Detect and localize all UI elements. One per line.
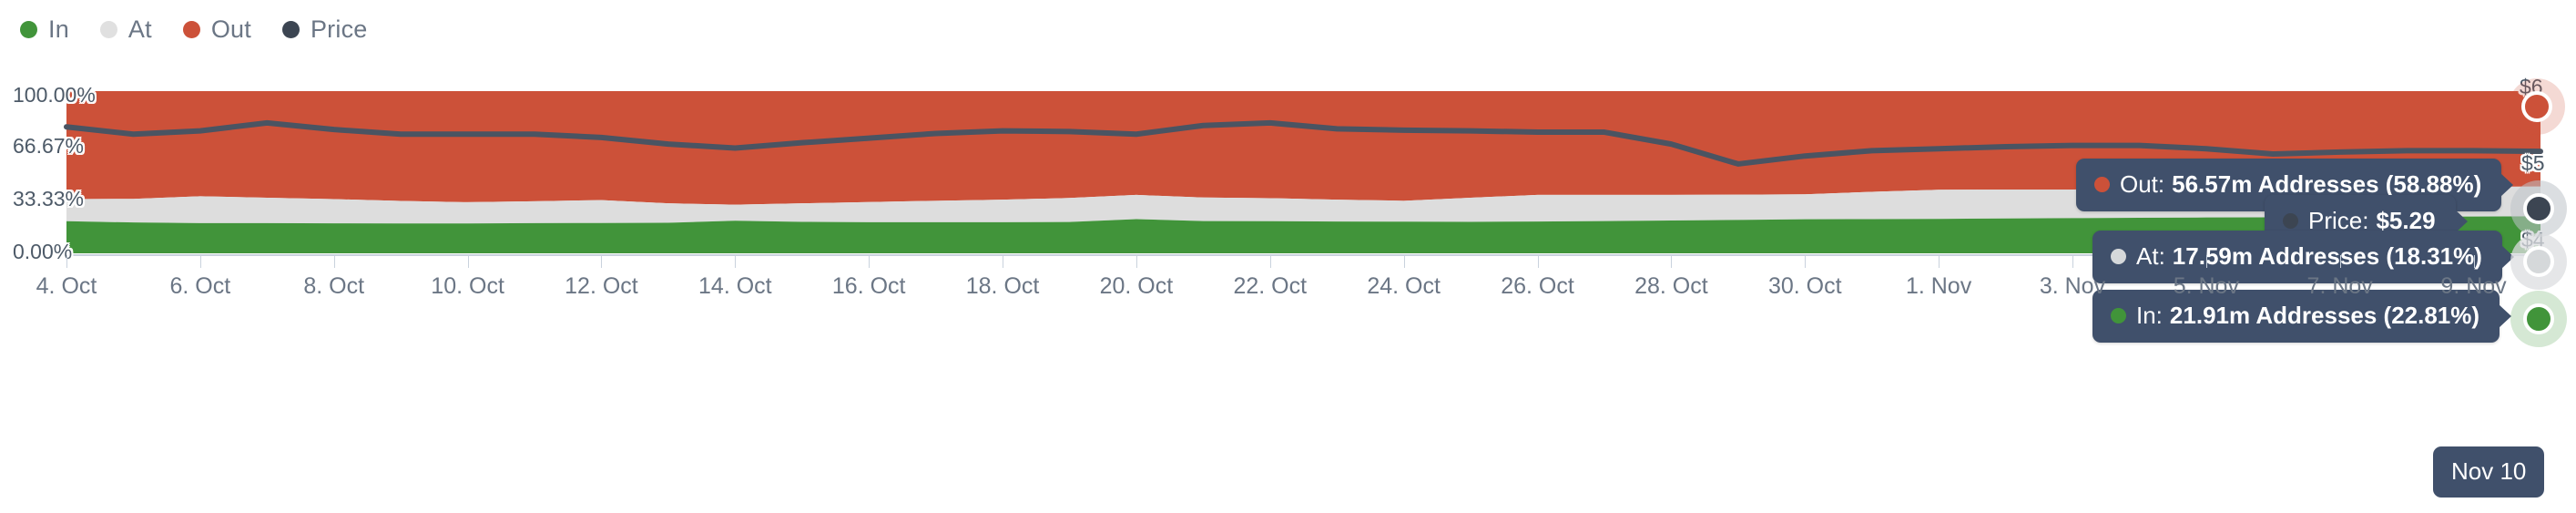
x-axis-tick: [601, 255, 603, 268]
x-axis-tick: [2473, 255, 2475, 268]
legend-item-in[interactable]: In: [20, 15, 69, 44]
legend-label-at: At: [127, 15, 152, 43]
x-axis-label: 4. Oct: [36, 273, 97, 299]
x-axis-tick: [1939, 255, 1940, 268]
x-axis-label: 22. Oct: [1233, 273, 1308, 299]
legend-dot-icon-in: [20, 20, 37, 38]
y-axis-label-6667: 66.67%: [13, 134, 85, 158]
tooltip-dot-icon-price: [2283, 213, 2298, 229]
x-axis-label: 10. Oct: [431, 273, 504, 299]
legend-dot-icon-price: [281, 20, 300, 38]
x-axis-tick: [1805, 255, 1807, 268]
y-axis-label-100: 100.00%: [13, 83, 96, 107]
legend-item-out[interactable]: Out: [182, 15, 251, 44]
x-axis-tick: [66, 255, 67, 268]
tooltip-in: In: 21.91m Addresses (22.81%): [2092, 290, 2512, 343]
x-axis-tick: [467, 255, 469, 268]
x-axis-label: 30. Oct: [1767, 273, 1842, 299]
legend-dot-icon-out: [182, 20, 200, 38]
y-axis-label-0: 0.00%: [13, 240, 73, 263]
x-axis-tick: [1537, 255, 1539, 268]
tooltip-date: Nov 10: [2433, 446, 2545, 498]
y-axis-label-3333: 33.33%: [13, 187, 85, 210]
x-axis-label: 7. Nov: [2306, 273, 2373, 299]
tooltip-key-in: In:: [2136, 302, 2163, 329]
x-axis-tick: [1269, 255, 1271, 268]
tooltip-key-at: At:: [2136, 242, 2165, 270]
x-axis-label: 9. Nov: [2440, 273, 2507, 299]
x-axis-label: 26. Oct: [1501, 273, 1574, 299]
x-axis-label: 6. Oct: [169, 273, 231, 299]
tooltip-dot-icon-out: [2094, 177, 2110, 192]
x-axis-tick: [199, 255, 201, 268]
x-axis-tick: [333, 255, 335, 268]
x-axis-label: 16. Oct: [831, 273, 906, 299]
legend-item-at[interactable]: At: [99, 15, 152, 44]
chart-legend: In At Out Price: [0, 0, 2576, 58]
x-axis-label: 20. Oct: [1099, 273, 1174, 299]
x-axis-tick: [1135, 255, 1137, 268]
x-axis-label: 18. Oct: [965, 273, 1040, 299]
legend-label-in: In: [48, 15, 69, 43]
x-axis-label: 5. Nov: [2173, 273, 2239, 299]
legend-dot-icon-at: [99, 20, 117, 38]
x-axis-tick: [1403, 255, 1405, 268]
legend-label-out: Out: [210, 15, 251, 43]
x-axis-label: 8. Oct: [303, 273, 365, 299]
marker-price: [2523, 193, 2554, 224]
tooltip-arrow-in: [2499, 304, 2512, 328]
tooltip-dot-icon-at: [2111, 249, 2126, 264]
x-axis-tick: [735, 255, 737, 268]
tooltip-value-in: 21.91m Addresses (22.81%): [2169, 302, 2480, 329]
x-axis-tick: [2205, 255, 2207, 268]
legend-label-price: Price: [310, 15, 368, 43]
tooltip-key-out: Out:: [2120, 170, 2165, 198]
x-axis-label: 14. Oct: [698, 273, 772, 299]
marker-in: [2523, 303, 2554, 334]
tooltip-dot-icon-in: [2111, 308, 2126, 323]
legend-item-price[interactable]: Price: [281, 15, 368, 44]
x-axis-label: 24. Oct: [1367, 273, 1441, 299]
x-axis-label: 28. Oct: [1634, 273, 1708, 299]
x-axis-tick: [869, 255, 871, 268]
chart-widget: In At Out Price 100.00% 66.67% 33.33% 0.…: [0, 0, 2576, 513]
x-axis-label: 1. Nov: [1905, 273, 1972, 299]
marker-out: [2521, 91, 2552, 122]
price-axis-label-5: $5: [2521, 151, 2545, 175]
x-axis-tick: [1671, 255, 1673, 268]
x-axis-label: 3. Nov: [2039, 273, 2106, 299]
marker-at: [2523, 246, 2554, 277]
x-axis-label: 12. Oct: [565, 273, 638, 299]
x-axis-tick: [2072, 255, 2073, 268]
tooltip-arrow-out: [2500, 173, 2514, 197]
tooltip-value-at: 17.59m Addresses (18.31%): [2172, 242, 2482, 270]
x-axis-tick: [2339, 255, 2341, 268]
